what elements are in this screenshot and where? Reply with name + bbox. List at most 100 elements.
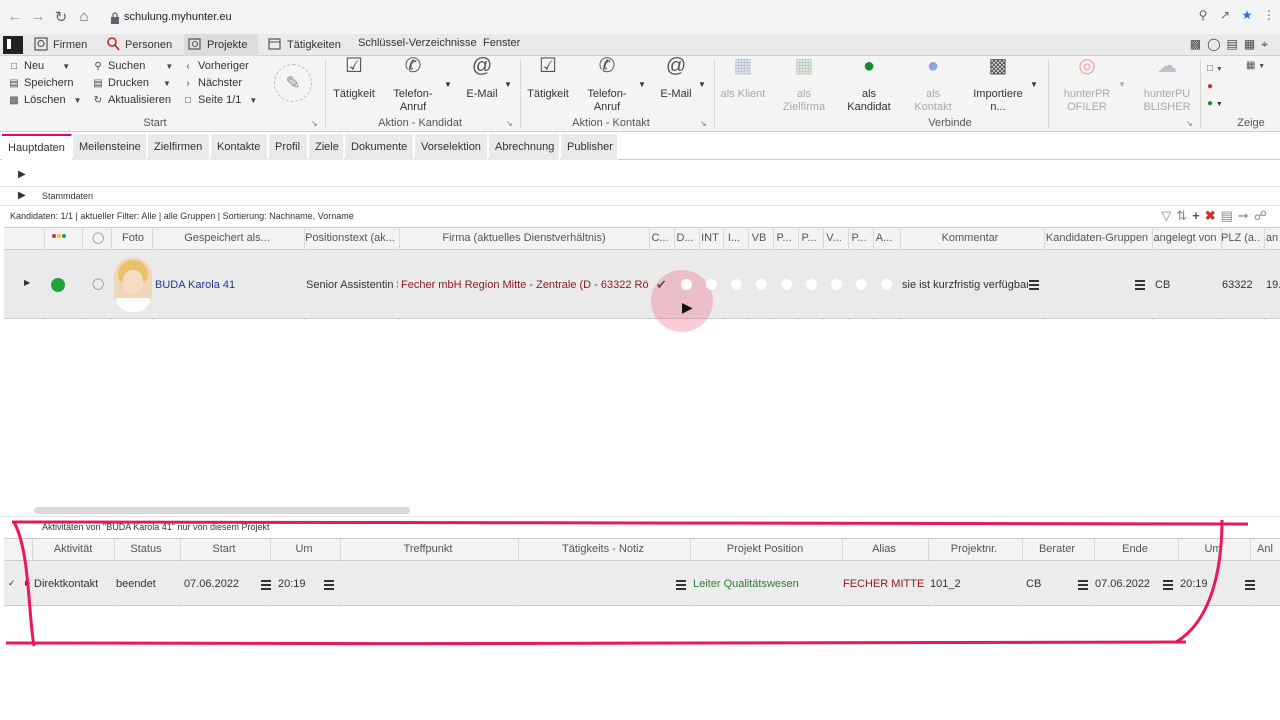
tab-dokumente[interactable]: Dokumente <box>345 134 414 160</box>
als-kontakt-button[interactable]: ● als Kontakt <box>910 56 956 114</box>
column-header[interactable]: P... <box>798 232 820 244</box>
flag-dot[interactable] <box>756 279 767 290</box>
als-klient-button[interactable]: ▦ als Klient <box>718 56 768 101</box>
chevron-down-icon[interactable]: ▼ <box>504 80 512 89</box>
forward-circle-icon[interactable]: ➙ <box>1238 208 1254 223</box>
flag-dot[interactable] <box>731 279 742 290</box>
column-header[interactable]: C... <box>649 232 671 244</box>
importieren-button[interactable]: ▩ Importiere n... <box>970 56 1026 114</box>
column-header[interactable]: P... <box>773 232 795 244</box>
kontakt-telefon-button[interactable]: ✆ Telefon- Anruf <box>584 56 630 114</box>
neu-button[interactable]: □ Neu ▼ <box>8 60 70 72</box>
menu-personen[interactable]: Personen <box>102 34 176 56</box>
tab-vorselektion[interactable]: Vorselektion <box>415 134 488 160</box>
vorheriger-button[interactable]: ‹ Vorheriger <box>182 60 248 72</box>
remove-icon[interactable]: ✖ <box>1205 208 1221 223</box>
reload-icon[interactable]: ↻ <box>52 8 70 26</box>
column-header[interactable]: VB <box>748 232 770 244</box>
app-logo[interactable] <box>3 36 23 54</box>
chevron-down-icon[interactable]: ▼ <box>1030 80 1038 89</box>
key-icon[interactable]: ⚲ <box>1192 8 1214 22</box>
row-expand-icon[interactable]: ▶ <box>24 278 30 287</box>
column-header[interactable]: Positionstext (ak... <box>304 232 396 244</box>
dialog-launcher-icon[interactable]: ↘ <box>1186 119 1193 128</box>
red-lock-icon[interactable]: ● <box>1207 78 1223 95</box>
back-icon[interactable]: ← <box>6 8 24 25</box>
chevron-down-icon[interactable]: ▼ <box>1118 80 1126 89</box>
chevron-down-icon[interactable]: ▼ <box>638 80 646 89</box>
green-lock-icon[interactable]: ● ▼ <box>1207 95 1223 113</box>
flag-dot[interactable] <box>856 279 867 290</box>
tab-profil[interactable]: Profil <box>269 134 308 160</box>
dialog-launcher-icon[interactable]: ↘ <box>700 119 707 128</box>
flag-dot[interactable] <box>806 279 817 290</box>
menu-taetigkeiten[interactable]: Tätigkeiten <box>264 34 345 56</box>
suchen-button[interactable]: ⚲ Suchen ▼ <box>92 60 173 72</box>
share-icon[interactable]: ↗ <box>1214 8 1236 22</box>
menu-projekte[interactable]: Projekte <box>184 34 258 56</box>
kandidat-email-button[interactable]: @ E-Mail <box>462 56 502 101</box>
link-icon[interactable]: ☍ <box>1254 208 1272 223</box>
column-header[interactable]: I... <box>723 232 745 244</box>
flag-dot[interactable] <box>706 279 717 290</box>
als-zielfirma-button[interactable]: ▦ als Zielfirma <box>780 56 828 114</box>
tab-ziele[interactable]: Ziele <box>309 134 344 160</box>
tab-kontakte[interactable]: Kontakte <box>211 134 268 160</box>
bookmark-star-icon[interactable]: ★ <box>1236 8 1258 22</box>
column-header[interactable]: an <box>1264 232 1280 244</box>
chevron-down-icon[interactable]: ▼ <box>444 80 452 89</box>
tab-zielfirmen[interactable]: Zielfirmen <box>148 134 210 160</box>
chat-icon[interactable]: ▩ <box>1190 37 1207 51</box>
chevron-down-icon[interactable]: ▼ <box>698 80 706 89</box>
candidate-row[interactable]: ▶ ◯ BUDA Karola 41 Senior Assistentin S … <box>4 250 1280 332</box>
expand-icon[interactable]: ⌖ <box>1261 37 1274 51</box>
candidate-photo[interactable] <box>114 258 152 312</box>
menu-lines-icon[interactable] <box>1029 278 1039 292</box>
drucken-button[interactable]: ▤ Drucken ▼ <box>92 77 171 89</box>
column-header[interactable]: Firma (aktuelles Dienstverhältnis) <box>399 232 649 244</box>
column-header[interactable]: Kommentar <box>900 232 1040 244</box>
attach-button[interactable]: ✎ <box>274 64 312 102</box>
browser-menu-icon[interactable]: ⋮ <box>1258 8 1280 22</box>
tab-publisher[interactable]: Publisher <box>561 134 618 160</box>
column-header[interactable]: angelegt von <box>1152 232 1218 244</box>
flag-dot[interactable] <box>831 279 842 290</box>
column-header[interactable]: Gespeichert als... <box>154 232 300 244</box>
als-kandidat-button[interactable]: ● als Kandidat <box>844 56 894 114</box>
forward-icon[interactable]: → <box>29 8 47 25</box>
kandidat-telefon-button[interactable]: ✆ Telefon- Anruf <box>390 56 436 114</box>
column-header[interactable]: PLZ (a... <box>1221 232 1261 244</box>
flag-dot[interactable] <box>781 279 792 290</box>
menu-firmen[interactable]: Firmen <box>30 34 91 56</box>
hunter-publisher-button[interactable]: ☁ hunterPU BLISHER <box>1140 56 1194 114</box>
flag-dot[interactable] <box>681 279 692 290</box>
column-header[interactable]: D... <box>674 232 696 244</box>
menu-lines-icon[interactable] <box>1135 278 1145 292</box>
expand-arrow-icon[interactable]: ▶ <box>18 169 26 180</box>
loeschen-button[interactable]: ▩ Löschen ▼ <box>8 94 81 106</box>
hunter-profiler-button[interactable]: ◎ hunterPR OFILER <box>1060 56 1114 114</box>
naechster-button[interactable]: › Nächster <box>182 77 242 89</box>
column-header[interactable]: INT <box>699 232 721 244</box>
dialog-launcher-icon[interactable]: ↘ <box>311 119 318 128</box>
stammdaten-section[interactable]: ▶ Stammdaten <box>0 186 1280 206</box>
candidate-name-link[interactable]: BUDA Karola 41 <box>155 279 235 291</box>
column-header[interactable]: P... <box>848 232 870 244</box>
home-icon[interactable]: ⌂ <box>75 8 93 25</box>
dialog-launcher-icon[interactable]: ↘ <box>506 119 513 128</box>
kontakt-taetigkeit-button[interactable]: ☑ Tätigkeit <box>526 56 570 101</box>
speichern-button[interactable]: ▤ Speichern <box>8 77 73 89</box>
aktualisieren-button[interactable]: ↻ Aktualisieren <box>92 94 171 106</box>
column-header[interactable]: A... <box>873 232 895 244</box>
column-header[interactable]: Foto <box>115 232 151 244</box>
flag-dot[interactable] <box>881 279 892 290</box>
chart-icon[interactable]: ▤ <box>1227 37 1244 51</box>
tab-meilensteine[interactable]: Meilensteine <box>73 134 147 160</box>
address-bar[interactable]: schulung.myhunter.eu <box>102 7 1262 29</box>
kandidat-taetigkeit-button[interactable]: ☑ Tätigkeit <box>332 56 376 101</box>
calendar-view-icon[interactable]: ▦ ▼ <box>1246 60 1265 71</box>
expand-arrow-icon[interactable]: ▶ <box>18 190 26 201</box>
sort-icon[interactable]: ⇅ <box>1176 208 1192 223</box>
tab-abrechnung[interactable]: Abrechnung <box>489 134 560 160</box>
seite-button[interactable]: □ Seite 1/1 ▼ <box>182 94 257 106</box>
